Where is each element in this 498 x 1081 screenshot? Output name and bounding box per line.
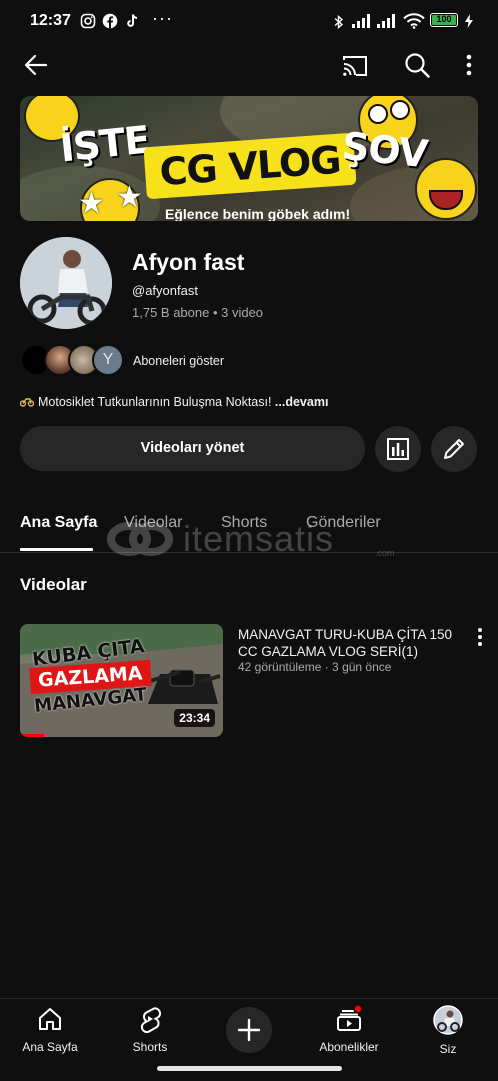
facebook-icon xyxy=(102,13,118,29)
signal-icon xyxy=(352,14,370,28)
banner-text-right: ŞOV xyxy=(339,123,430,177)
channel-banner: ★ ★ İŞTE CG VLOG ŞOV Eğlence benim göbek… xyxy=(20,96,478,221)
battery-icon: 100 xyxy=(430,13,458,27)
avatar-photo xyxy=(20,237,112,329)
watermark: itemsatis .com xyxy=(105,514,400,564)
watch-progress-bar xyxy=(20,734,45,737)
show-subscribers-link[interactable]: Aboneleri göster xyxy=(133,354,224,368)
bluetooth-icon xyxy=(334,14,344,30)
analytics-icon xyxy=(387,438,409,460)
watermark-suffix: .com xyxy=(375,548,395,558)
charging-icon xyxy=(465,14,473,28)
subscriber-avatar: Y xyxy=(92,344,124,376)
cast-icon[interactable] xyxy=(341,52,369,80)
star-icon-2: ★ xyxy=(116,181,143,214)
nav-home-label: Ana Sayfa xyxy=(22,1040,78,1054)
nav-you[interactable]: Siz xyxy=(418,1005,478,1056)
video-title[interactable]: MANAVGAT TURU-KUBA ÇİTA 150 CC GAZLAMA V… xyxy=(238,626,463,660)
motorcycle-emoji-icon xyxy=(19,398,35,407)
more-notifications-icon: ··· xyxy=(152,8,173,28)
analytics-button[interactable] xyxy=(375,426,421,472)
instagram-icon xyxy=(80,13,96,29)
watermark-brand: itemsatis xyxy=(183,518,335,559)
edit-channel-button[interactable] xyxy=(431,426,477,472)
manage-videos-button[interactable]: Videoları yönet xyxy=(20,426,365,471)
profile-avatar xyxy=(433,1005,463,1035)
video-meta: 42 görüntüleme · 3 gün önce xyxy=(238,660,392,674)
nav-shorts[interactable]: Shorts xyxy=(114,1005,186,1054)
banner-title: CG VLOG xyxy=(158,137,342,195)
channel-handle: @afyonfast xyxy=(132,283,198,298)
tab-home[interactable]: Ana Sayfa xyxy=(20,514,97,532)
channel-avatar[interactable] xyxy=(20,237,112,329)
status-bar: 12:37 ··· 100 xyxy=(0,0,498,44)
banner-tagline: Eğlence benim göbek adım! xyxy=(165,206,351,221)
battery-level: 100 xyxy=(436,14,452,24)
section-title: Videolar xyxy=(20,575,87,594)
description-more[interactable]: ...devamı xyxy=(275,395,329,409)
channel-stats: 1,75 B abone • 3 video xyxy=(132,305,264,320)
nav-home[interactable]: Ana Sayfa xyxy=(14,1005,86,1054)
nav-create[interactable] xyxy=(226,1007,272,1053)
banner-title-box: CG VLOG xyxy=(143,132,357,200)
subscriptions-icon xyxy=(337,1004,363,1031)
status-time: 12:37 xyxy=(30,12,71,29)
tiktok-icon xyxy=(127,14,138,27)
search-icon[interactable] xyxy=(403,51,431,79)
home-indicator[interactable] xyxy=(157,1066,342,1071)
pencil-icon xyxy=(444,439,464,459)
back-arrow-icon[interactable] xyxy=(22,51,50,79)
home-icon xyxy=(39,1008,61,1030)
manage-videos-label: Videoları yönet xyxy=(140,440,245,456)
description-text: Motosiklet Tutkunlarının Buluşma Noktası… xyxy=(38,395,272,409)
video-more-icon[interactable] xyxy=(474,627,486,647)
active-tab-indicator xyxy=(20,548,93,551)
video-thumbnail[interactable]: KUBA ÇITA GAZLAMA MANAVGAT 23:34 xyxy=(20,624,223,737)
wifi-icon xyxy=(403,13,425,29)
nav-subscriptions[interactable]: Abonelikler xyxy=(308,1004,390,1054)
star-icon: ★ xyxy=(78,187,105,220)
channel-description[interactable]: Motosiklet Tutkunlarının Buluşma Noktası… xyxy=(19,395,329,409)
watermark-logo-icon xyxy=(107,522,173,556)
video-duration: 23:34 xyxy=(174,709,215,727)
create-icon xyxy=(237,1018,261,1042)
shorts-icon xyxy=(140,1007,162,1034)
banner-text-left: İŞTE xyxy=(57,117,152,171)
nav-you-label: Siz xyxy=(439,1042,457,1056)
nav-shorts-label: Shorts xyxy=(132,1040,168,1054)
nav-subscriptions-label: Abonelikler xyxy=(319,1040,379,1054)
signal-icon-2 xyxy=(377,14,395,28)
more-options-icon[interactable] xyxy=(462,53,476,77)
channel-name: Afyon fast xyxy=(132,249,245,275)
